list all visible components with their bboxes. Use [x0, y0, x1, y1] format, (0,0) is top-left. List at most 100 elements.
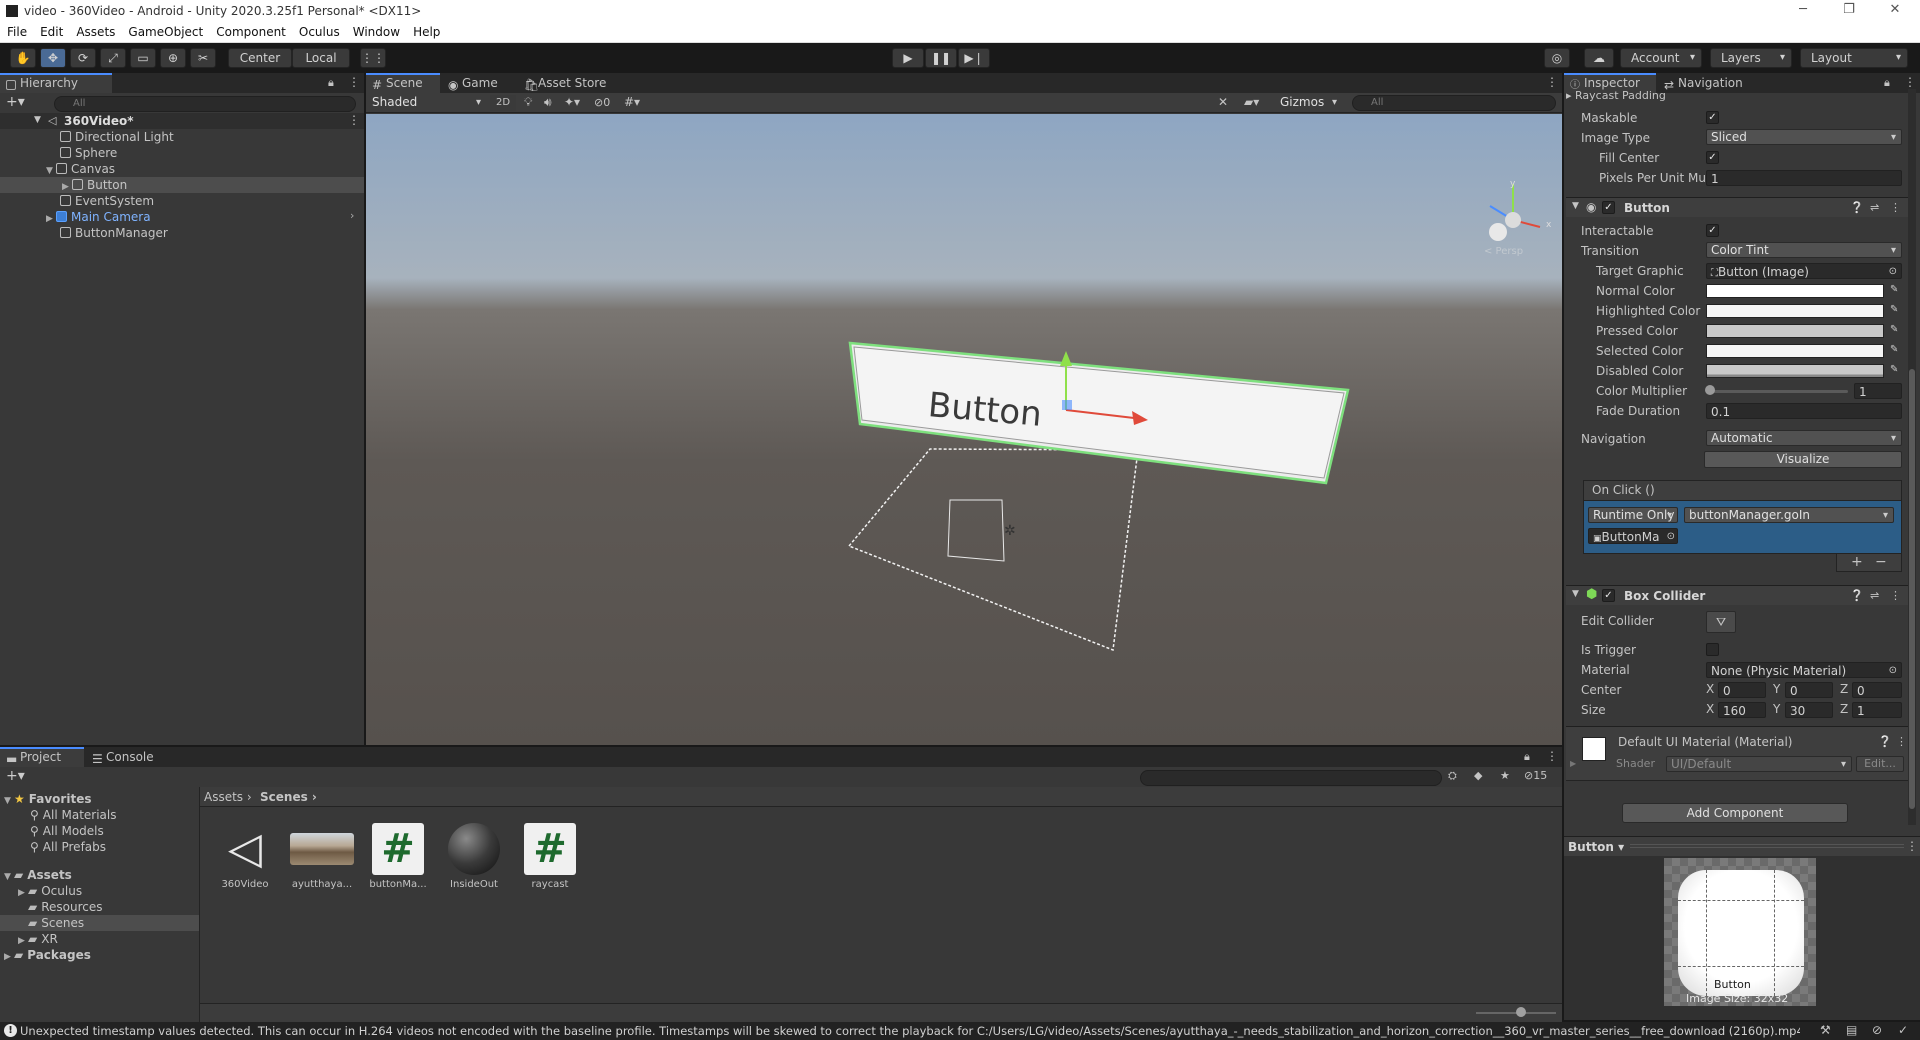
color-multiplier-slider-track[interactable]	[1708, 390, 1848, 393]
menu-component[interactable]: Component	[209, 22, 292, 39]
folder-xr[interactable]: ▶ ▰ XR	[18, 931, 58, 947]
expand-arrow-icon[interactable]: ▼	[34, 115, 41, 125]
menu-assets[interactable]: Assets	[69, 22, 121, 39]
packages-folder[interactable]: ▶ ▰ Packages	[4, 947, 91, 963]
add-component-button[interactable]: Add Component	[1622, 803, 1848, 823]
hidden-objects-icon[interactable]: ⊘0	[594, 96, 610, 109]
cloud-icon[interactable]: ☁	[1584, 48, 1614, 68]
scene-search[interactable]: All	[1352, 95, 1556, 111]
eyedropper-icon[interactable]: ✎	[1890, 344, 1901, 355]
maskable-checkbox[interactable]: ✓	[1706, 111, 1719, 124]
play-button[interactable]: ▶	[892, 48, 924, 68]
custom-tool-icon[interactable]: ✂	[190, 48, 216, 68]
breadcrumb-assets[interactable]: Assets ›	[204, 790, 252, 804]
transition-dropdown[interactable]: Color Tint	[1706, 242, 1902, 258]
ppu-field[interactable]: 1	[1706, 170, 1902, 186]
eyedropper-icon[interactable]: ✎	[1890, 364, 1901, 375]
inspector-scrollbar[interactable]	[1908, 89, 1916, 825]
add-object-button[interactable]: +▾	[6, 94, 25, 110]
orientation-gizmo[interactable]: y x	[1489, 179, 1552, 241]
grid-snap-icon[interactable]: ⋮⋮	[360, 48, 386, 68]
search-by-label-icon[interactable]: ◆	[1474, 769, 1482, 782]
menu-oculus[interactable]: Oculus	[292, 22, 346, 39]
method-dropdown[interactable]: buttonManager.goIn	[1684, 507, 1894, 523]
project-more-icon[interactable]: ⋮	[1546, 749, 1558, 763]
highlighted-color-swatch[interactable]	[1706, 304, 1884, 318]
preset-icon[interactable]: ⇌	[1870, 201, 1879, 214]
effects-toggle-icon[interactable]: ✦▾	[564, 95, 580, 109]
fill-center-checkbox[interactable]: ✓	[1706, 151, 1719, 164]
layers-dropdown[interactable]: Layers	[1710, 48, 1792, 68]
component-menu-icon[interactable]: ⋮	[1890, 589, 1901, 602]
eyedropper-icon[interactable]: ✎	[1890, 304, 1901, 315]
collab-icon[interactable]: ◎	[1544, 48, 1570, 68]
asset-buttonmanager[interactable]: # buttonMa...	[366, 823, 430, 890]
help-icon[interactable]: ❔	[1878, 735, 1892, 748]
add-listener-button[interactable]: +	[1851, 554, 1863, 570]
collapse-arrow-icon[interactable]: ▶	[46, 211, 56, 227]
tab-project[interactable]: ▬ Project	[0, 747, 84, 767]
image-type-dropdown[interactable]: Sliced	[1706, 129, 1902, 145]
folder-resources[interactable]: ▰ Resources	[28, 899, 103, 915]
menu-help[interactable]: Help	[406, 22, 446, 39]
box-collider-enabled-checkbox[interactable]: ✓	[1602, 589, 1615, 602]
button-enabled-checkbox[interactable]: ✓	[1602, 201, 1615, 214]
folder-scenes[interactable]: ▰ Scenes	[28, 915, 84, 931]
selected-color-swatch[interactable]	[1706, 344, 1884, 358]
color-multiplier-field[interactable]: 1	[1854, 383, 1902, 399]
favorites-star-icon[interactable]: ★	[1500, 769, 1510, 782]
object-picker-icon[interactable]: ⊙	[1889, 264, 1897, 280]
asset-ayutthaya[interactable]: ayutthaya...	[290, 823, 354, 890]
fade-duration-field[interactable]: 0.1	[1706, 403, 1902, 419]
tab-hierarchy[interactable]: Hierarchy	[0, 73, 112, 93]
material-field[interactable]: None (Physic Material) ⊙	[1706, 662, 1902, 678]
scene-menu-icon[interactable]: ⋮	[348, 113, 360, 127]
raycast-padding-foldout[interactable]: ▸ Raycast Padding	[1566, 89, 1666, 102]
auto-generate-lighting-icon[interactable]: ⊘	[1872, 1023, 1882, 1037]
tab-console[interactable]: ☰ Console	[86, 747, 170, 767]
hand-tool-icon[interactable]: ✋	[10, 48, 36, 68]
mode-2d-toggle[interactable]: 2D	[490, 95, 516, 111]
rotate-tool-icon[interactable]: ⟳	[70, 48, 96, 68]
target-graphic-field[interactable]: ⛶Button (Image) ⊙	[1706, 263, 1902, 279]
normal-color-swatch[interactable]	[1706, 284, 1884, 298]
pause-button[interactable]: ❚❚	[925, 48, 957, 68]
lighting-toggle-icon[interactable]: 💡︎	[524, 95, 532, 110]
rect-tool-icon[interactable]: ▭	[130, 48, 156, 68]
step-button[interactable]: ▶❘	[958, 48, 990, 68]
tab-game[interactable]: ◉ Game	[442, 73, 516, 93]
search-by-type-icon[interactable]: ⛭	[1448, 769, 1457, 783]
onclick-entry[interactable]: Runtime Only buttonManager.goIn ▣ButtonM…	[1583, 500, 1902, 554]
icon-size-slider-thumb[interactable]	[1516, 1007, 1526, 1017]
menu-file[interactable]: File	[0, 22, 33, 39]
inspector-scroll-thumb[interactable]	[1909, 369, 1915, 809]
disabled-color-swatch[interactable]	[1706, 364, 1884, 378]
account-dropdown[interactable]: Account	[1620, 48, 1702, 68]
scene-more-icon[interactable]: ⋮	[1546, 75, 1558, 89]
project-lock-icon[interactable]: 🔒︎	[1524, 750, 1530, 764]
inspector-more-icon[interactable]: ⋮	[1904, 75, 1916, 89]
preview-drag-handle[interactable]	[1630, 844, 1904, 848]
preset-icon[interactable]: ⇌	[1870, 589, 1879, 602]
help-icon[interactable]: ❔	[1850, 589, 1864, 602]
assets-folder[interactable]: ▼ ▰ Assets	[4, 867, 72, 883]
move-tool-icon[interactable]: ✥	[40, 48, 66, 68]
debug-icon[interactable]: ⚒	[1820, 1023, 1831, 1037]
size-y-field[interactable]: 30	[1785, 702, 1833, 718]
collapse-arrow-icon[interactable]: ▶	[18, 885, 28, 901]
menu-gameobject[interactable]: GameObject	[121, 22, 209, 39]
status-message[interactable]: Unexpected timestamp values detected. Th…	[20, 1024, 1800, 1038]
tab-asset-store[interactable]: 🛍︎ Asset Store	[518, 73, 618, 93]
edit-collider-button[interactable]: ⛛	[1706, 611, 1736, 633]
fav-all-materials[interactable]: ⚲ All Materials	[30, 807, 117, 823]
hier-item-buttonmanager[interactable]: ButtonManager	[60, 225, 168, 241]
box-collider-header[interactable]: ▼ ⬢ ✓ Box Collider ❔ ⇌ ⋮	[1566, 585, 1908, 605]
tools-icon[interactable]: ✕	[1218, 95, 1228, 109]
move-gizmo-plane[interactable]	[1062, 400, 1072, 410]
create-asset-button[interactable]: +▾	[6, 768, 25, 784]
center-x-field[interactable]: 0	[1718, 682, 1766, 698]
center-y-field[interactable]: 0	[1785, 682, 1833, 698]
object-picker-icon[interactable]: ⊙	[1889, 663, 1897, 679]
eyedropper-icon[interactable]: ✎	[1890, 324, 1901, 335]
pivot-local-button[interactable]: Local	[292, 48, 350, 68]
